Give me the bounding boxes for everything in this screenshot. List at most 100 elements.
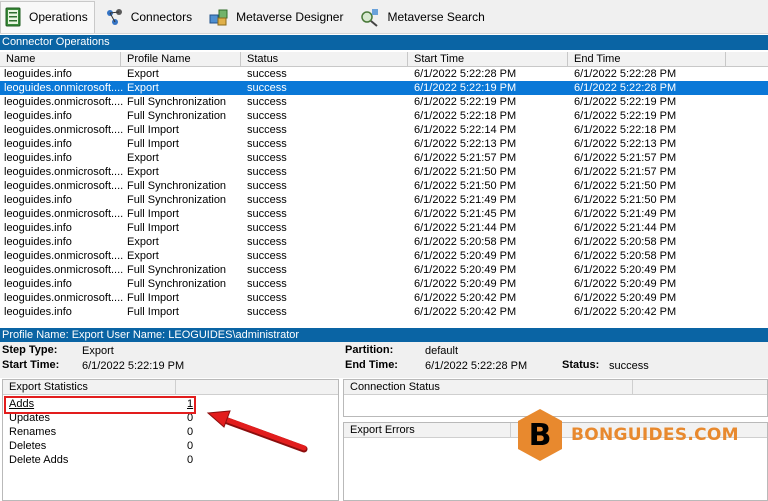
cell-profile-name: Export: [127, 68, 159, 80]
metaverse-designer-icon: [209, 9, 228, 25]
column-header-start-time[interactable]: Start Time: [408, 52, 568, 66]
connectors-icon: [106, 8, 122, 25]
cell-start-time: 6/1/2022 5:21:44 PM: [414, 222, 517, 234]
operations-label: Operations: [29, 10, 88, 24]
cell-status: success: [247, 124, 287, 136]
table-row[interactable]: leoguides.info Export success 6/1/2022 5:20…: [0, 235, 768, 249]
profile-info-bar: Profile Name: Export User Name: LEOGUIDE…: [0, 328, 768, 343]
table-row[interactable]: leoguides.onmicrosoft.... Full Import succ…: [0, 207, 768, 221]
cell-end-time: 6/1/2022 5:21:57 PM: [574, 166, 677, 178]
table-row[interactable]: leoguides.info Full Import success 6/1/2022…: [0, 137, 768, 151]
metaverse-search-label: Metaverse Search: [387, 9, 485, 24]
table-row[interactable]: leoguides.onmicrosoft.... Full Synchroniz…: [0, 95, 768, 109]
cell-profile-name: Export: [127, 236, 159, 248]
cell-end-time: 6/1/2022 5:20:58 PM: [574, 250, 677, 262]
table-row[interactable]: leoguides.onmicrosoft.... Export success 6/…: [0, 81, 768, 95]
pointer-arrow-icon: [206, 410, 308, 453]
adds-highlight-box: [4, 396, 196, 414]
cell-start-time: 6/1/2022 5:20:58 PM: [414, 236, 517, 248]
status-value: success: [609, 360, 649, 372]
cell-status: success: [247, 292, 287, 304]
cell-start-time: 6/1/2022 5:21:45 PM: [414, 208, 517, 220]
cell-profile-name: Full Import: [127, 208, 179, 220]
cell-status: success: [247, 222, 287, 234]
cell-name: leoguides.onmicrosoft....: [4, 124, 123, 136]
cell-start-time: 6/1/2022 5:22:19 PM: [414, 82, 517, 94]
cell-status: success: [247, 306, 287, 318]
cell-status: success: [247, 236, 287, 248]
column-header-name[interactable]: Name: [0, 52, 121, 66]
cell-status: success: [247, 96, 287, 108]
table-row[interactable]: leoguides.info Full Import success 6/1/2022…: [0, 221, 768, 235]
cell-start-time: 6/1/2022 5:20:49 PM: [414, 264, 517, 276]
step-type-value: Export: [82, 345, 114, 357]
table-row[interactable]: leoguides.info Full Synchronization succes…: [0, 277, 768, 291]
column-header-end-time[interactable]: End Time: [568, 52, 726, 66]
cell-start-time: 6/1/2022 5:20:42 PM: [414, 292, 517, 304]
cell-end-time: 6/1/2022 5:21:49 PM: [574, 208, 677, 220]
metaverse-search-button[interactable]: Metaverse Search: [355, 1, 490, 33]
cell-status: success: [247, 278, 287, 290]
table-row[interactable]: leoguides.onmicrosoft.... Full Synchroniz…: [0, 263, 768, 277]
cell-name: leoguides.info: [4, 152, 72, 164]
connectors-button[interactable]: Connectors: [101, 1, 198, 33]
main-toolbar: Operations Connectors Metaverse Designer…: [0, 0, 768, 34]
cell-end-time: 6/1/2022 5:20:42 PM: [574, 306, 677, 318]
cell-status: success: [247, 82, 287, 94]
table-row[interactable]: leoguides.onmicrosoft.... Full Import succ…: [0, 123, 768, 137]
cell-end-time: 6/1/2022 5:21:44 PM: [574, 222, 677, 234]
column-header-profile-name[interactable]: Profile Name: [121, 52, 241, 66]
cell-profile-name: Full Import: [127, 138, 179, 150]
cell-end-time: 6/1/2022 5:22:13 PM: [574, 138, 677, 150]
cell-profile-name: Full Import: [127, 222, 179, 234]
cell-profile-name: Full Synchronization: [127, 264, 227, 276]
hexagon-logo-icon: B: [518, 409, 562, 461]
table-row[interactable]: leoguides.onmicrosoft.... Export success 6/…: [0, 249, 768, 263]
export-errors-title: Export Errors: [350, 424, 415, 436]
cell-profile-name: Export: [127, 152, 159, 164]
cell-start-time: 6/1/2022 5:22:18 PM: [414, 110, 517, 122]
table-row[interactable]: leoguides.onmicrosoft.... Export success 6/…: [0, 165, 768, 179]
operations-table: Name Profile Name Status Start Time End …: [0, 52, 768, 326]
cell-status: success: [247, 138, 287, 150]
column-header-status[interactable]: Status: [241, 52, 408, 66]
cell-name: leoguides.onmicrosoft....: [4, 96, 123, 108]
operations-button[interactable]: Operations: [0, 0, 95, 33]
table-row[interactable]: leoguides.info Full Synchronization succes…: [0, 193, 768, 207]
table-row[interactable]: leoguides.info Full Synchronization succes…: [0, 109, 768, 123]
cell-end-time: 6/1/2022 5:22:28 PM: [574, 82, 677, 94]
connectors-label: Connectors: [130, 9, 193, 24]
cell-name: leoguides.info: [4, 68, 72, 80]
export-statistics-title: Export Statistics: [9, 381, 88, 393]
cell-profile-name: Export: [127, 82, 159, 94]
start-time-label: Start Time:: [2, 359, 60, 371]
cell-start-time: 6/1/2022 5:21:57 PM: [414, 152, 517, 164]
cell-profile-name: Full Synchronization: [127, 194, 227, 206]
table-row[interactable]: leoguides.info Export success 6/1/2022 5:22…: [0, 67, 768, 81]
cell-end-time: 6/1/2022 5:21:50 PM: [574, 194, 677, 206]
cell-name: leoguides.onmicrosoft....: [4, 292, 123, 304]
connection-status-extra-column: [632, 380, 767, 394]
table-row[interactable]: leoguides.onmicrosoft.... Full Synchroniz…: [0, 179, 768, 193]
table-row[interactable]: leoguides.info Full Import success 6/1/2022…: [0, 305, 768, 319]
cell-end-time: 6/1/2022 5:20:58 PM: [574, 236, 677, 248]
cell-name: leoguides.onmicrosoft....: [4, 264, 123, 276]
metaverse-search-icon: [361, 8, 379, 27]
watermark-text: BONGUIDES.COM: [571, 425, 739, 445]
cell-profile-name: Export: [127, 250, 159, 262]
stat-row-delete-adds[interactable]: Delete Adds 0: [3, 453, 338, 467]
cell-status: success: [247, 152, 287, 164]
end-time-label: End Time:: [345, 359, 398, 371]
column-header-filler: [726, 52, 768, 66]
cell-start-time: 6/1/2022 5:21:50 PM: [414, 166, 517, 178]
cell-status: success: [247, 264, 287, 276]
table-row[interactable]: leoguides.onmicrosoft.... Full Import succ…: [0, 291, 768, 305]
cell-profile-name: Full Synchronization: [127, 110, 227, 122]
cell-start-time: 6/1/2022 5:20:49 PM: [414, 278, 517, 290]
table-row[interactable]: leoguides.info Export success 6/1/2022 5:21…: [0, 151, 768, 165]
metaverse-designer-button[interactable]: Metaverse Designer: [204, 1, 349, 33]
cell-status: success: [247, 110, 287, 122]
run-details: Step Type: Export Start Time: 6/1/2022 5…: [0, 342, 768, 378]
cell-name: leoguides.info: [4, 306, 72, 318]
cell-status: success: [247, 166, 287, 178]
